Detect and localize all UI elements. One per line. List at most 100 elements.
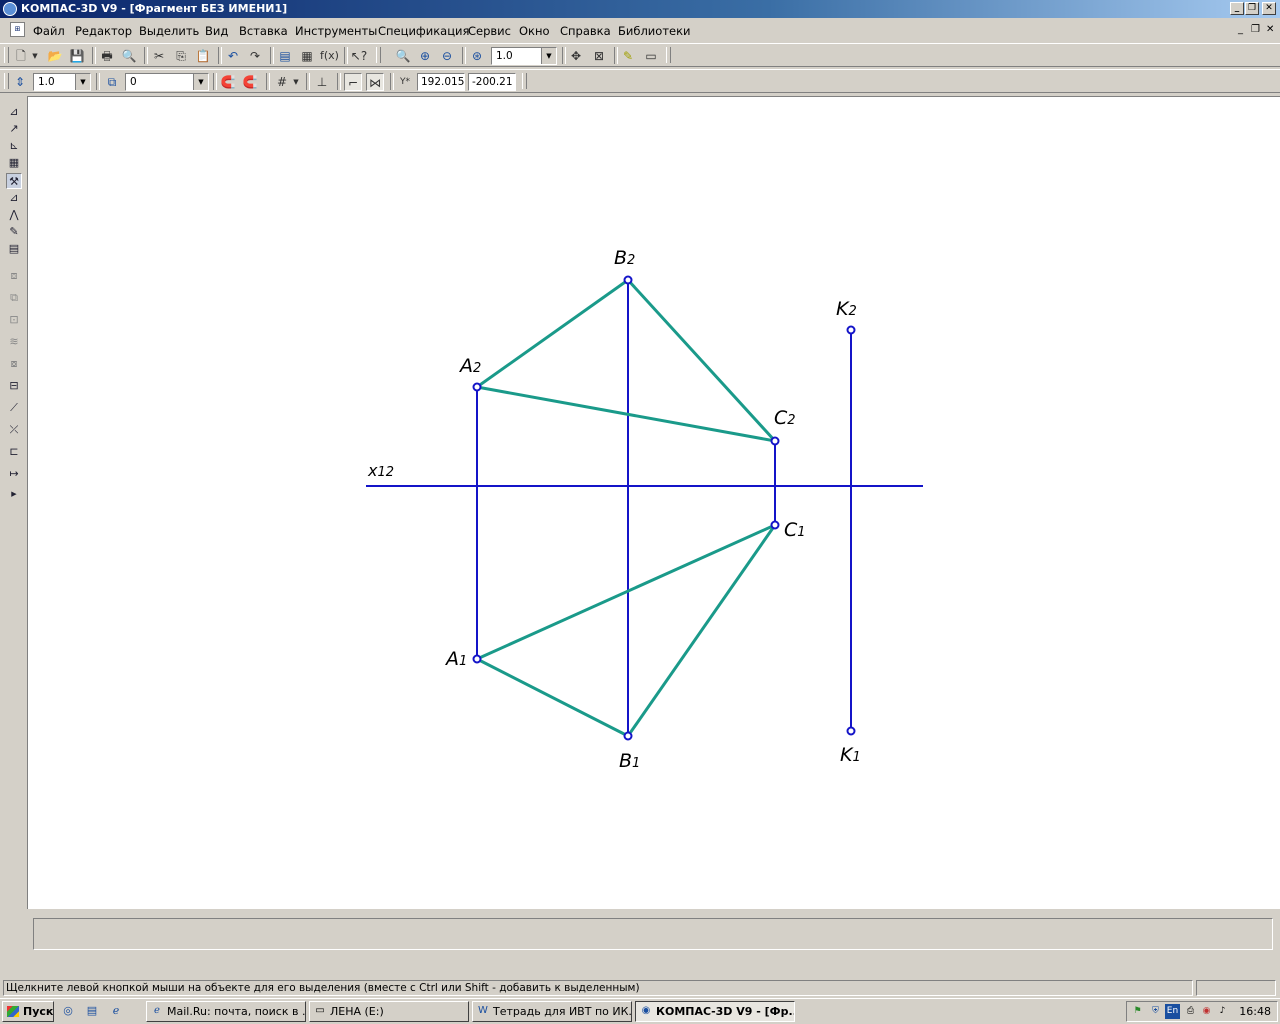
undo-icon[interactable]: ↶ [224, 47, 242, 65]
coord-y-field[interactable]: -200.21 [468, 73, 516, 91]
print-icon[interactable]: 🖶 [98, 47, 116, 65]
menu-window[interactable]: Окно [519, 24, 550, 38]
property-panel-box[interactable] [33, 918, 1273, 950]
select-icon[interactable]: ⋀ [6, 207, 22, 223]
zoom-window-icon[interactable]: 🔍 [394, 47, 412, 65]
layers-icon[interactable]: ⧉ [103, 73, 121, 91]
point-a1[interactable] [472, 654, 482, 664]
security-icon[interactable]: ⛨ [1148, 1004, 1163, 1019]
menu-tools[interactable]: Инструменты [295, 24, 377, 38]
task-kompas[interactable]: ◉ КОМПАС-3D V9 - [Фр... [635, 1001, 795, 1022]
help-pointer-icon[interactable]: ↖? [350, 47, 368, 65]
menu-specification[interactable]: Спецификация [378, 24, 469, 38]
task-word-doc[interactable]: W Тетрадь для ИВТ по ИК... [472, 1001, 632, 1022]
manager-icon[interactable]: ▦ [298, 47, 316, 65]
toolbar-grip[interactable] [4, 73, 9, 89]
geometry-icon[interactable]: ⊿ [6, 104, 22, 120]
edge-a2-b2[interactable] [476, 278, 629, 389]
toolbar-grip[interactable] [4, 47, 9, 63]
open-folder-icon[interactable]: 📂 [46, 47, 64, 65]
snap-magnet-icon[interactable]: 🧲 [219, 73, 237, 91]
redo-icon[interactable]: ↷ [246, 47, 264, 65]
point-a2[interactable] [472, 382, 482, 392]
toolbar-grip[interactable] [666, 47, 671, 63]
fix-size-icon[interactable]: ⊏ [6, 444, 22, 460]
title-bar[interactable]: КОМПАС-3D V9 - [Фрагмент БЕЗ ИМЕНИ1] _ ❐… [0, 0, 1280, 18]
start-button[interactable]: Пуск [2, 1001, 54, 1022]
task-mailru[interactable]: ℯ Mail.Ru: почта, поиск в ... [146, 1001, 306, 1022]
edge-a1-c1[interactable] [476, 523, 776, 661]
menu-insert[interactable]: Вставка [239, 24, 288, 38]
mdi-close-button[interactable]: ✕ [1266, 24, 1274, 35]
coord-x-field[interactable]: 192.015 [417, 73, 465, 91]
cut-icon[interactable]: ✂ [150, 47, 168, 65]
local-snap-icon[interactable]: 🧲 [241, 73, 259, 91]
associative-view-icon[interactable]: ✎ [6, 224, 22, 240]
drawing-svg[interactable]: x12 A2 B2 C2 K2 A1 B1 C1 K1 [28, 97, 1280, 910]
menu-help[interactable]: Справка [560, 24, 611, 38]
parametric-mode-icon[interactable]: ⋈ [366, 73, 384, 91]
tangent-icon[interactable]: ⟋ [6, 400, 22, 416]
save-icon[interactable]: 💾 [68, 47, 86, 65]
chevron-down-icon[interactable]: ▼ [193, 74, 208, 90]
show-all-icon[interactable]: ⊠ [590, 47, 608, 65]
parametrization-icon[interactable]: ⚒ [6, 173, 22, 189]
symmetry-icon[interactable]: ↦ [6, 466, 22, 482]
desktop-quicklaunch-icon[interactable]: ◎ [60, 1003, 76, 1019]
toolbar-grip[interactable] [522, 73, 527, 89]
point-c1[interactable] [770, 520, 780, 530]
minimize-button[interactable]: _ [1230, 2, 1244, 15]
cursor-step-select[interactable]: 1.0 ▼ [33, 73, 91, 91]
restore-button[interactable]: ❐ [1245, 2, 1259, 15]
dimensions-icon[interactable]: ↗ [6, 121, 22, 137]
grid-icon[interactable]: # [273, 73, 291, 91]
point-on-curve-icon[interactable]: ⤫ [6, 422, 22, 438]
display-icon[interactable]: ▭ [642, 47, 660, 65]
variables-icon[interactable]: f(x) [320, 47, 339, 65]
mdi-restore-button[interactable]: ❐ [1251, 24, 1260, 35]
zoom-scale-icon[interactable]: ⊛ [468, 47, 486, 65]
designations-icon[interactable]: ⊾ [6, 138, 22, 154]
fix-point-icon[interactable]: ⧈ [6, 268, 22, 284]
local-cs-icon[interactable]: ⊥ [313, 73, 331, 91]
collinear-icon[interactable]: ⊡ [6, 312, 22, 328]
edge-a1-b1[interactable] [476, 657, 629, 738]
chevron-down-icon[interactable]: ▼ [30, 47, 40, 65]
point-k1[interactable] [846, 726, 856, 736]
spec-icon[interactable]: ▤ [6, 241, 22, 257]
mdi-minimize-button[interactable]: _ [1238, 24, 1243, 35]
editing-icon[interactable]: ▦ [6, 155, 22, 171]
chevron-down-icon[interactable]: ▼ [541, 48, 556, 64]
new-file-icon[interactable]: 🗋 [12, 47, 30, 65]
menu-select[interactable]: Выделить [139, 24, 199, 38]
edge-a2-c2[interactable] [476, 385, 776, 443]
ie-quicklaunch-icon[interactable]: ℯ [108, 1003, 124, 1019]
align-icon[interactable]: ⧉ [6, 290, 22, 306]
drawing-canvas[interactable]: x12 A2 B2 C2 K2 A1 B1 C1 K1 [27, 96, 1280, 909]
horizontal-icon[interactable]: ⊟ [6, 378, 22, 394]
toolbar-grip[interactable] [376, 47, 381, 63]
measure-icon[interactable]: ⊿ [6, 190, 22, 206]
zoom-select[interactable]: 1.0 ▼ [491, 47, 557, 65]
menu-view[interactable]: Вид [205, 24, 228, 38]
menu-libraries[interactable]: Библиотеки [618, 24, 691, 38]
paste-icon[interactable]: 📋 [194, 47, 212, 65]
pan-icon[interactable]: ✥ [567, 47, 585, 65]
point-b2[interactable] [623, 275, 633, 285]
close-button[interactable]: ✕ [1262, 2, 1276, 15]
zoom-in-icon[interactable]: ⊕ [416, 47, 434, 65]
regenerate-icon[interactable]: ✎ [619, 47, 637, 65]
point-c2[interactable] [770, 436, 780, 446]
cursor-step-icon[interactable]: ⇕ [11, 73, 29, 91]
zoom-out-icon[interactable]: ⊖ [438, 47, 456, 65]
printer-icon[interactable]: ⎙ [1183, 1004, 1198, 1019]
parallel-icon[interactable]: ≋ [6, 334, 22, 350]
point-k2[interactable] [846, 325, 856, 335]
volume-icon[interactable]: ♪ [1215, 1004, 1230, 1019]
menu-editor[interactable]: Редактор [75, 24, 132, 38]
language-indicator[interactable]: En [1165, 1004, 1180, 1019]
properties-icon[interactable]: ▤ [276, 47, 294, 65]
point-b1[interactable] [623, 731, 633, 741]
perpendicular-icon[interactable]: ⧇ [6, 356, 22, 372]
expand-arrow-icon[interactable]: ▶ [6, 486, 22, 502]
